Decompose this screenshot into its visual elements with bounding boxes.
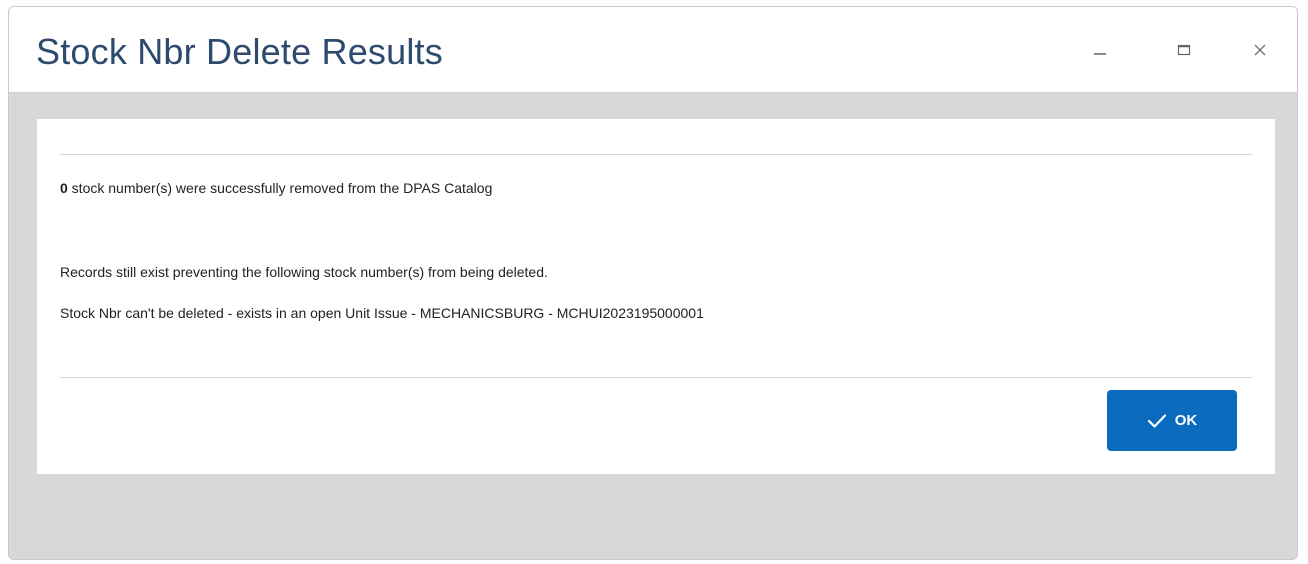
- divider: [60, 154, 1252, 155]
- close-button[interactable]: [1245, 35, 1275, 65]
- success-message: 0 stock number(s) were successfully remo…: [60, 180, 492, 196]
- dialog-titlebar: Stock Nbr Delete Results: [9, 7, 1297, 93]
- detail-message: Stock Nbr can't be deleted - exists in a…: [60, 305, 704, 321]
- records-message: Records still exist preventing the follo…: [60, 264, 548, 280]
- maximize-button[interactable]: [1169, 35, 1199, 65]
- results-panel: 0 stock number(s) were successfully remo…: [37, 119, 1275, 474]
- divider: [60, 377, 1252, 378]
- close-icon: [1253, 43, 1267, 57]
- checkmark-icon: [1147, 413, 1167, 429]
- dialog-title: Stock Nbr Delete Results: [36, 31, 443, 72]
- maximize-icon: [1177, 43, 1191, 57]
- ok-label: OK: [1174, 412, 1198, 429]
- dialog-window: Stock Nbr Delete Results 0 stock number(…: [8, 6, 1298, 560]
- ok-button[interactable]: OK: [1107, 390, 1237, 451]
- success-text: stock number(s) were successfully remove…: [67, 180, 493, 196]
- minimize-button[interactable]: [1085, 35, 1115, 65]
- minimize-icon: [1093, 43, 1107, 57]
- success-count: 0: [60, 180, 68, 196]
